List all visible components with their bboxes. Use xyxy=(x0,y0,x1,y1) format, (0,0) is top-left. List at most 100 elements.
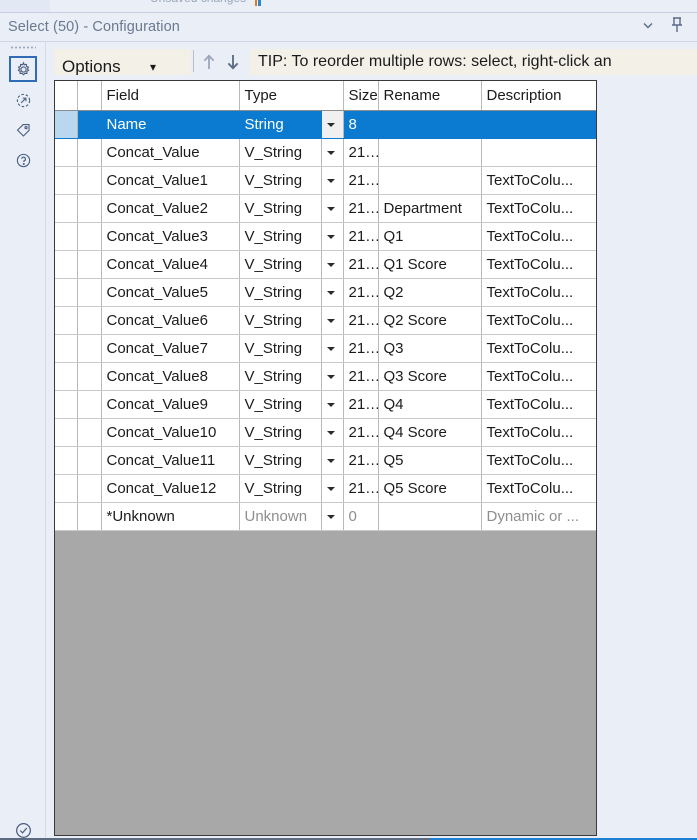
cell-rename[interactable]: Q1 xyxy=(378,222,482,251)
cell-rename[interactable]: Q4 xyxy=(378,390,482,419)
cell-rename[interactable]: Q1 Score xyxy=(378,250,482,279)
chevron-down-icon[interactable] xyxy=(641,18,655,37)
cell-field[interactable]: Concat_Value6 xyxy=(101,306,240,335)
row-checkbox-cell[interactable] xyxy=(55,446,78,475)
cell-rename[interactable] xyxy=(378,110,482,139)
row-checkbox-cell[interactable] xyxy=(55,250,78,279)
type-dropdown-button[interactable] xyxy=(321,446,344,475)
cell-rename[interactable]: Q2 xyxy=(378,278,482,307)
cell-description[interactable]: TextToColu... xyxy=(481,306,596,335)
cell-field[interactable]: Concat_Value9 xyxy=(101,390,240,419)
table-row[interactable]: Name String 8 xyxy=(55,110,596,139)
cell-field[interactable]: *Unknown xyxy=(101,502,240,531)
type-dropdown-button[interactable] xyxy=(321,362,344,391)
cell-description[interactable]: TextToColu... xyxy=(481,418,596,447)
cell-size[interactable]: 21… xyxy=(343,166,379,195)
row-checkbox-cell[interactable] xyxy=(55,362,78,391)
table-row[interactable]: Concat_Value2 V_String 21… Department TextTo… xyxy=(55,194,596,223)
rail-item-status[interactable] xyxy=(10,817,36,840)
cell-field[interactable]: Concat_Value7 xyxy=(101,334,240,363)
type-dropdown-button[interactable] xyxy=(321,138,344,167)
table-row[interactable]: Concat_Value7 V_String 21… Q3 TextToColu... xyxy=(55,334,596,363)
cell-type[interactable]: V_String xyxy=(239,334,322,363)
cell-type[interactable]: V_String xyxy=(239,446,322,475)
cell-size[interactable]: 21… xyxy=(343,138,379,167)
cell-size[interactable]: 21… xyxy=(343,306,379,335)
row-checkbox-cell[interactable] xyxy=(55,278,78,307)
table-row[interactable]: Concat_Value6 V_String 21… Q2 Score TextToCo… xyxy=(55,306,596,335)
rail-drag-grip[interactable] xyxy=(10,45,36,50)
table-row[interactable]: *Unknown Unknown 0 Dynamic or ... xyxy=(55,502,596,531)
cell-description[interactable]: TextToColu... xyxy=(481,474,596,503)
cell-type[interactable]: V_String xyxy=(239,306,322,335)
table-row[interactable]: Concat_Value9 V_String 21… Q4 TextToColu... xyxy=(55,390,596,419)
cell-description[interactable]: TextToColu... xyxy=(481,194,596,223)
header-select-all[interactable] xyxy=(55,81,78,111)
table-row[interactable]: Concat_Value10 V_String 21… Q4 Score TextToC… xyxy=(55,418,596,447)
row-checkbox-cell[interactable] xyxy=(55,194,78,223)
type-dropdown-button[interactable] xyxy=(321,334,344,363)
cell-type[interactable]: V_String xyxy=(239,278,322,307)
cell-field[interactable]: Concat_Value11 xyxy=(101,446,240,475)
table-row[interactable]: Concat_Value4 V_String 21… Q1 Score TextToCo… xyxy=(55,250,596,279)
cell-description[interactable]: TextToColu... xyxy=(481,278,596,307)
cell-field[interactable]: Concat_Value12 xyxy=(101,474,240,503)
cell-field[interactable]: Concat_Value8 xyxy=(101,362,240,391)
type-dropdown-button[interactable] xyxy=(321,390,344,419)
type-dropdown-button[interactable] xyxy=(321,474,344,503)
cell-type[interactable]: V_String xyxy=(239,222,322,251)
rail-item-output[interactable] xyxy=(9,87,37,113)
cell-rename[interactable] xyxy=(378,166,482,195)
table-row[interactable]: Concat_Value12 V_String 21… Q5 Score TextToC… xyxy=(55,474,596,503)
cell-size[interactable]: 21… xyxy=(343,222,379,251)
move-row-up-button[interactable] xyxy=(197,51,221,73)
cell-field[interactable]: Name xyxy=(101,110,240,139)
cell-rename[interactable]: Q5 Score xyxy=(378,474,482,503)
row-checkbox-cell[interactable] xyxy=(55,502,78,531)
rail-item-help[interactable] xyxy=(9,147,37,173)
row-checkbox-cell[interactable] xyxy=(55,418,78,447)
cell-size[interactable]: 21… xyxy=(343,418,379,447)
table-row[interactable]: Concat_Value1 V_String 21… TextToColu... xyxy=(55,166,596,195)
cell-type[interactable]: V_String xyxy=(239,474,322,503)
cell-rename[interactable]: Q4 Score xyxy=(378,418,482,447)
cell-field[interactable]: Concat_Value5 xyxy=(101,278,240,307)
cell-type[interactable]: V_String xyxy=(239,194,322,223)
cell-rename[interactable] xyxy=(378,502,482,531)
header-field[interactable]: Field xyxy=(101,81,240,111)
row-checkbox-cell[interactable] xyxy=(55,166,78,195)
table-row[interactable]: Concat_Value3 V_String 21… Q1 TextToColu... xyxy=(55,222,596,251)
cell-size[interactable]: 21… xyxy=(343,278,379,307)
cell-description[interactable]: TextToColu... xyxy=(481,222,596,251)
cell-description[interactable]: TextToColu... xyxy=(481,250,596,279)
type-dropdown-button[interactable] xyxy=(321,306,344,335)
cell-field[interactable]: Concat_Value2 xyxy=(101,194,240,223)
cell-field[interactable]: Concat_Value xyxy=(101,138,240,167)
cell-description[interactable]: Dynamic or ... xyxy=(481,502,596,531)
cell-size[interactable]: 21… xyxy=(343,334,379,363)
table-row[interactable]: Concat_Value8 V_String 21… Q3 Score TextToCo… xyxy=(55,362,596,391)
rail-item-annotation[interactable] xyxy=(9,117,37,143)
cell-size[interactable]: 21… xyxy=(343,446,379,475)
cell-size[interactable]: 0 xyxy=(343,502,379,531)
type-dropdown-button[interactable] xyxy=(321,418,344,447)
header-description[interactable]: Description xyxy=(481,81,596,111)
cell-description[interactable] xyxy=(481,138,596,167)
cell-rename[interactable] xyxy=(378,138,482,167)
row-checkbox-cell[interactable] xyxy=(55,390,78,419)
cell-size[interactable]: 21… xyxy=(343,250,379,279)
type-dropdown-button[interactable] xyxy=(321,194,344,223)
cell-rename[interactable]: Q5 xyxy=(378,446,482,475)
cell-type[interactable]: V_String xyxy=(239,390,322,419)
cell-type[interactable]: String xyxy=(239,110,322,139)
rail-item-configuration[interactable] xyxy=(9,56,37,82)
table-row[interactable]: Concat_Value V_String 21… xyxy=(55,138,596,167)
cell-description[interactable]: TextToColu... xyxy=(481,362,596,391)
cell-rename[interactable]: Q3 xyxy=(378,334,482,363)
cell-type[interactable]: V_String xyxy=(239,362,322,391)
cell-description[interactable] xyxy=(481,110,596,139)
row-checkbox-cell[interactable] xyxy=(55,334,78,363)
cell-rename[interactable]: Q2 Score xyxy=(378,306,482,335)
type-dropdown-button[interactable] xyxy=(321,250,344,279)
cell-size[interactable]: 8 xyxy=(343,110,379,139)
